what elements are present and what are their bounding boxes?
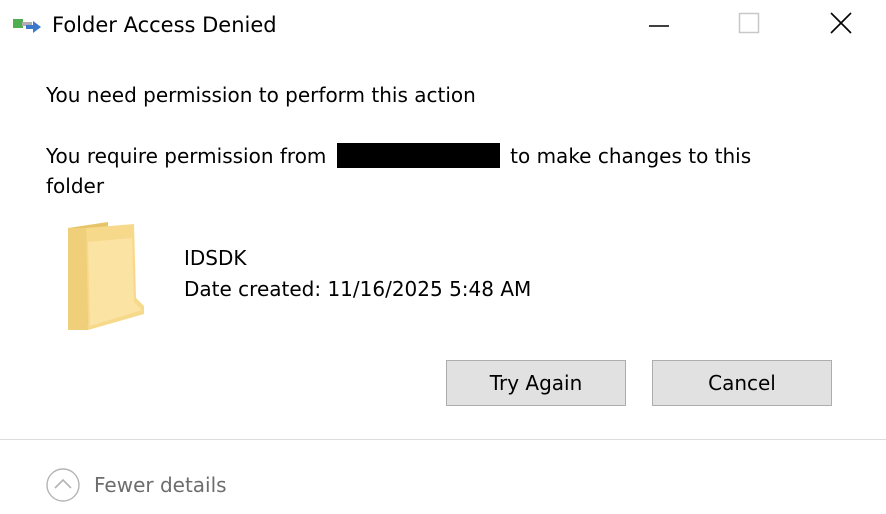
folder-name: IDSDK xyxy=(184,246,247,270)
cancel-button[interactable]: Cancel xyxy=(652,360,832,406)
fewer-details-label: Fewer details xyxy=(94,473,227,497)
folder-date-created: Date created: 11/16/2025 5:48 AM xyxy=(184,277,532,301)
fewer-details-toggle[interactable]: Fewer details xyxy=(46,466,227,504)
permission-heading: You need permission to perform this acti… xyxy=(46,83,476,107)
minimize-icon xyxy=(648,12,670,38)
redacted-owner-name xyxy=(336,143,500,168)
maximize-icon xyxy=(738,12,760,38)
window-title: Folder Access Denied xyxy=(52,13,277,37)
permission-message: You require permission from to make chan… xyxy=(46,141,806,201)
try-again-button[interactable]: Try Again xyxy=(446,360,626,406)
message-prefix: You require permission from xyxy=(46,144,327,168)
folder-icon xyxy=(64,222,146,332)
message-line2: folder xyxy=(46,174,105,198)
maximize-button[interactable] xyxy=(704,0,794,50)
minimize-button[interactable] xyxy=(614,0,704,50)
footer-divider xyxy=(0,439,886,440)
close-button[interactable] xyxy=(796,0,886,50)
close-icon xyxy=(829,11,853,39)
chevron-up-icon xyxy=(46,468,80,502)
message-suffix: to make changes to this xyxy=(510,144,752,168)
folder-access-denied-dialog: Folder Access Denied You need permission… xyxy=(0,0,886,514)
title-bar: Folder Access Denied xyxy=(0,0,886,50)
file-transfer-icon xyxy=(12,16,42,34)
